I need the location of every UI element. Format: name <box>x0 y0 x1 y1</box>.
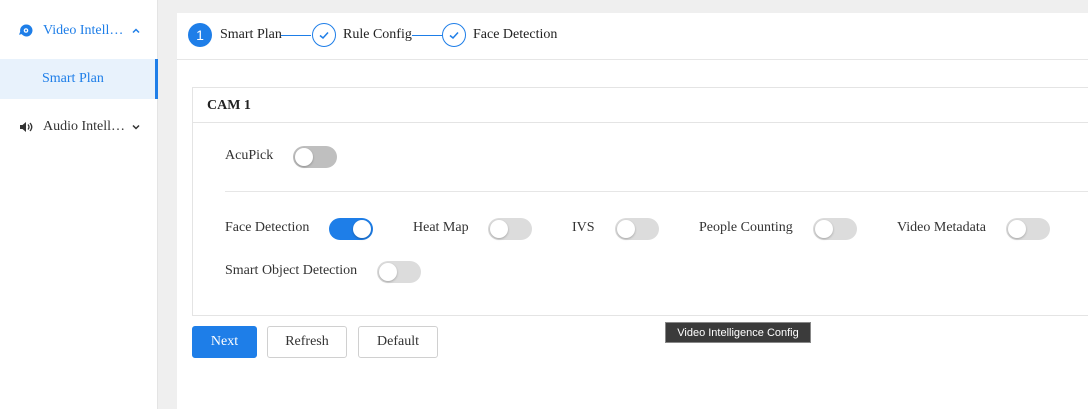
step-indicator: 1 Smart Plan Rule Config Face Detection <box>177 13 1088 60</box>
card-header: CAM 1 <box>193 88 1088 123</box>
chevron-up-icon <box>131 26 141 36</box>
ivs-label: IVS <box>572 220 595 235</box>
people-counting-toggle[interactable] <box>813 218 857 240</box>
step-3-label: Face Detection <box>473 27 558 42</box>
default-button[interactable]: Default <box>358 326 438 358</box>
sidebar-item-smart-plan[interactable]: Smart Plan <box>0 59 158 99</box>
face-detection-toggle[interactable] <box>329 218 373 240</box>
speaker-icon <box>18 119 34 135</box>
acupick-toggle[interactable] <box>293 146 337 168</box>
tooltip: Video Intelligence Config <box>665 322 811 343</box>
divider <box>225 191 1088 192</box>
face-detection-label: Face Detection <box>225 220 310 235</box>
ivs-toggle[interactable] <box>615 218 659 240</box>
refresh-button[interactable]: Refresh <box>267 326 347 358</box>
step-2-label: Rule Config <box>343 27 412 42</box>
smart-object-detection-toggle[interactable] <box>377 261 421 283</box>
sidebar-group-video-intelligence[interactable]: Video Intell… <box>0 13 158 49</box>
chevron-down-icon <box>131 122 141 132</box>
sidebar-group-label: Audio Intell… <box>43 119 126 134</box>
sidebar-group-audio-intelligence[interactable]: Audio Intell… <box>0 109 158 145</box>
smart-object-detection-label: Smart Object Detection <box>225 263 358 278</box>
step-connector <box>412 35 442 36</box>
heat-map-toggle[interactable] <box>488 218 532 240</box>
next-button[interactable]: Next <box>192 326 257 358</box>
step-1-number: 1 <box>188 23 212 47</box>
video-ai-icon <box>18 23 34 39</box>
step-connector <box>281 35 311 36</box>
card-title: CAM 1 <box>207 98 251 113</box>
sidebar: Video Intell… Smart Plan Audio Intell… <box>0 0 158 409</box>
people-counting-label: People Counting <box>699 220 793 235</box>
camera-card: CAM 1 AcuPick Face Detection Heat Map IV… <box>192 87 1088 316</box>
main-panel: 1 Smart Plan Rule Config Face Detection … <box>177 13 1088 409</box>
step-1-label: Smart Plan <box>220 27 282 42</box>
heat-map-label: Heat Map <box>413 220 469 235</box>
acupick-label: AcuPick <box>225 148 274 163</box>
checkmark-icon <box>312 23 336 47</box>
video-metadata-label: Video Metadata <box>897 220 986 235</box>
sidebar-item-label: Smart Plan <box>42 71 104 86</box>
sidebar-group-label: Video Intell… <box>43 23 124 38</box>
checkmark-icon <box>442 23 466 47</box>
video-metadata-toggle[interactable] <box>1006 218 1050 240</box>
